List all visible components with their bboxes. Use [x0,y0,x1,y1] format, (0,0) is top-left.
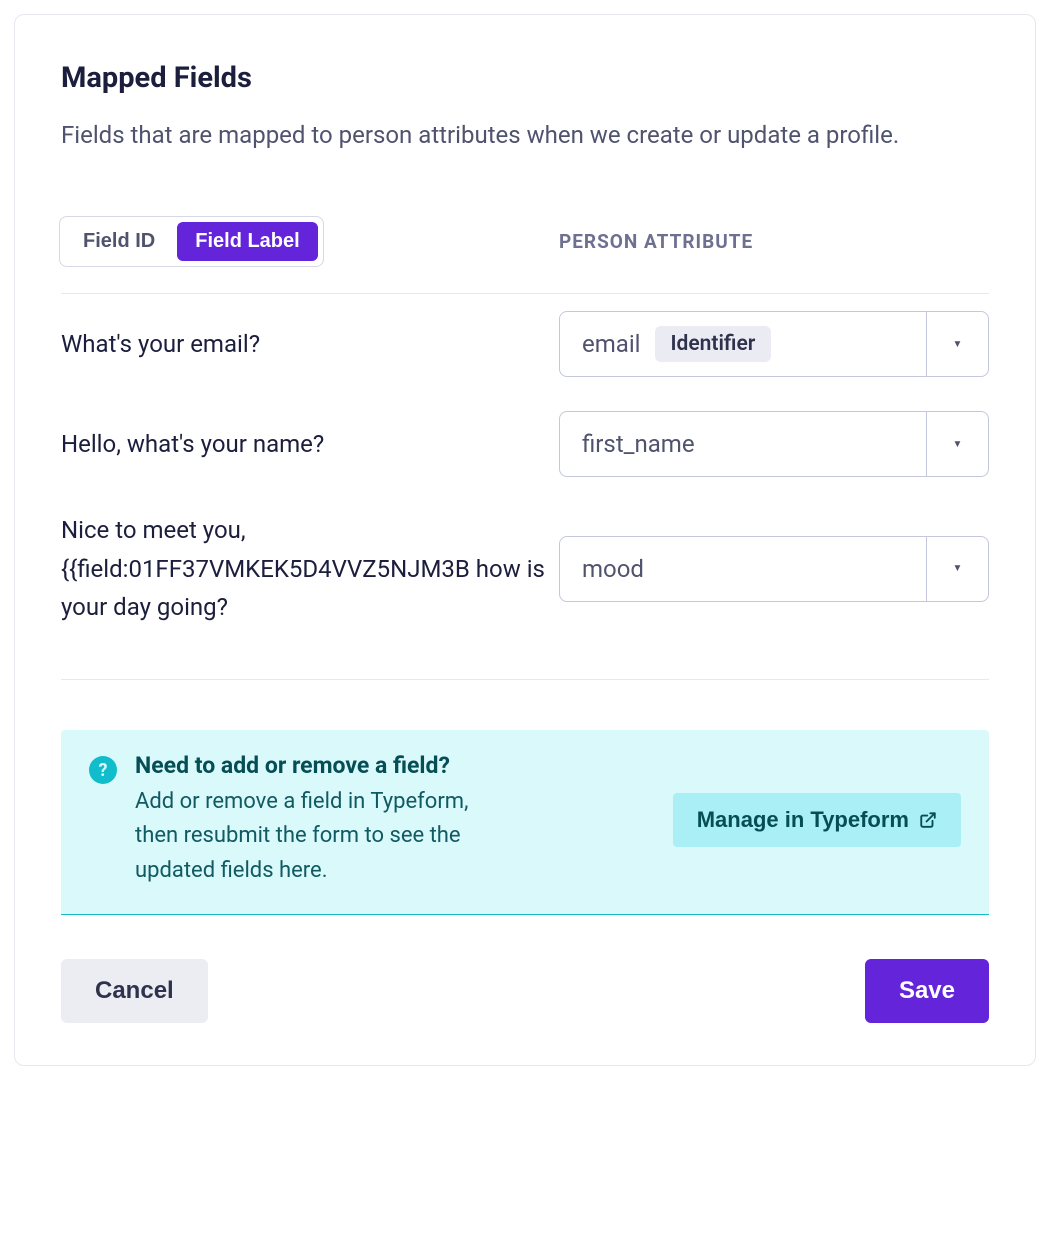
attribute-select-group: email Identifier ▼ [559,311,989,377]
attribute-select[interactable]: mood [559,536,927,602]
form-footer: Cancel Save [61,959,989,1023]
attribute-dropdown-trigger[interactable]: ▼ [927,411,989,477]
info-title: Need to add or remove a field? [135,752,495,779]
mapped-fields-card: Mapped Fields Fields that are mapped to … [14,14,1036,1066]
field-row: What's your email? email Identifier ▼ [61,294,989,394]
toggle-field-label[interactable]: Field Label [177,222,317,261]
toggle-field-id[interactable]: Field ID [65,222,173,261]
field-row: Hello, what's your name? first_name ▼ [61,394,989,494]
attribute-select-group: first_name ▼ [559,411,989,477]
attribute-value: email [582,330,641,358]
save-button[interactable]: Save [865,959,989,1023]
cancel-button[interactable]: Cancel [61,959,208,1023]
page-title: Mapped Fields [61,61,989,95]
manage-typeform-button[interactable]: Manage in Typeform [673,793,961,847]
field-view-toggle: Field ID Field Label [59,216,324,267]
attribute-select-group: mood ▼ [559,536,989,602]
field-label: What's your email? [61,325,551,363]
info-button-label: Manage in Typeform [697,807,909,833]
info-content: ? Need to add or remove a field? Add or … [89,752,655,887]
attribute-select[interactable]: first_name [559,411,927,477]
help-icon: ? [89,756,117,784]
chevron-down-icon: ▼ [953,339,963,350]
external-link-icon [919,811,937,829]
section-divider [61,679,989,680]
attribute-value: mood [582,555,644,583]
attribute-select[interactable]: email Identifier [559,311,927,377]
attribute-dropdown-trigger[interactable]: ▼ [927,536,989,602]
field-row: Nice to meet you, {{field:01FF37VMKEK5D4… [61,494,989,643]
field-label: Nice to meet you, {{field:01FF37VMKEK5D4… [61,511,551,626]
info-description: Add or remove a field in Typeform, then … [135,785,495,887]
field-label: Hello, what's your name? [61,425,551,463]
attribute-column-header: PERSON ATTRIBUTE [559,230,989,253]
attribute-value: first_name [582,430,695,458]
identifier-badge: Identifier [655,326,772,362]
attribute-dropdown-trigger[interactable]: ▼ [927,311,989,377]
chevron-down-icon: ▼ [953,563,963,574]
chevron-down-icon: ▼ [953,439,963,450]
page-description: Fields that are mapped to person attribu… [61,117,961,154]
columns-header-row: Field ID Field Label PERSON ATTRIBUTE [61,216,989,294]
info-callout: ? Need to add or remove a field? Add or … [61,730,989,914]
